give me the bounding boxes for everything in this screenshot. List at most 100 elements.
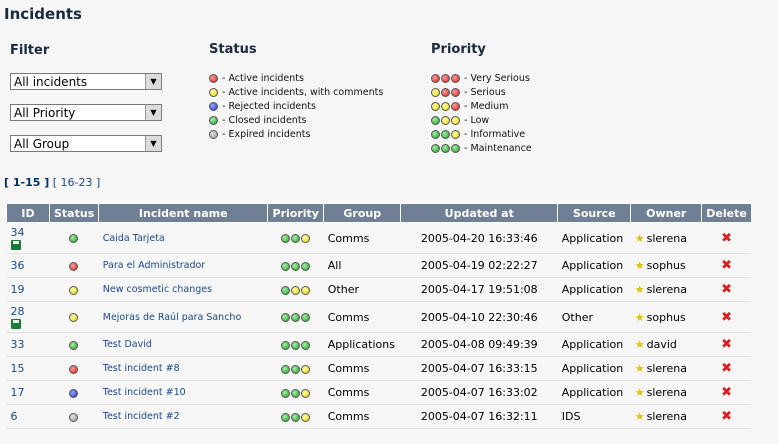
green-priority-icon bbox=[300, 340, 310, 350]
incident-id-link[interactable]: 34 bbox=[11, 226, 25, 239]
yellow-priority-icon bbox=[431, 102, 440, 111]
incident-id-link[interactable]: 33 bbox=[11, 338, 25, 351]
red-status-icon bbox=[69, 261, 79, 271]
id-cell[interactable]: 28 bbox=[6, 301, 50, 333]
red-priority-icon bbox=[441, 74, 450, 83]
group-cell: Comms bbox=[323, 404, 401, 429]
group-cell: All bbox=[323, 253, 401, 278]
priority-cell bbox=[267, 277, 324, 302]
incident-id-link[interactable]: 17 bbox=[11, 386, 25, 399]
priority-filter-value: All Priority bbox=[14, 106, 76, 120]
incident-name-link[interactable]: Test incident #2 bbox=[98, 404, 268, 429]
chevron-down-icon[interactable]: ▼ bbox=[145, 105, 161, 120]
priority-cell bbox=[267, 222, 324, 254]
status-legend-item: - Active incidents, with comments bbox=[209, 87, 383, 99]
gray-status-icon bbox=[69, 412, 79, 422]
id-cell[interactable]: 15 bbox=[6, 356, 50, 381]
status-legend-item: - Closed incidents bbox=[209, 115, 307, 127]
owner-name: slerena bbox=[646, 362, 687, 375]
header-status[interactable]: Status bbox=[48, 203, 100, 223]
header-incident-name[interactable]: Incident name bbox=[98, 203, 269, 223]
incident-id-link[interactable]: 15 bbox=[11, 362, 25, 375]
green-priority-icon bbox=[441, 130, 450, 139]
priority-filter-select[interactable]: All Priority ▼ bbox=[10, 104, 162, 121]
updated-at-cell: 2005-04-20 16:33:46 bbox=[400, 222, 558, 254]
header-source[interactable]: Source bbox=[557, 203, 632, 223]
green-priority-icon bbox=[280, 285, 290, 295]
incident-name-link[interactable]: Test David bbox=[98, 332, 268, 357]
owner-name: sophus bbox=[646, 310, 686, 324]
status-legend-item: - Expired incidents bbox=[209, 129, 310, 141]
pager-next-link[interactable]: [ 16-23 ] bbox=[53, 176, 101, 189]
source-cell: Application bbox=[557, 222, 631, 254]
delete-cell: ✖ bbox=[701, 356, 752, 381]
green-priority-icon bbox=[290, 412, 300, 422]
id-cell[interactable]: 19 bbox=[6, 277, 50, 302]
header-priority[interactable]: Priority bbox=[267, 203, 325, 223]
incident-name-link[interactable]: Test incident #10 bbox=[98, 380, 268, 405]
id-cell[interactable]: 6 bbox=[6, 404, 50, 429]
group-filter-select[interactable]: All Group ▼ bbox=[10, 135, 162, 152]
delete-icon[interactable]: ✖ bbox=[721, 231, 732, 246]
incident-id-link[interactable]: 6 bbox=[11, 410, 18, 423]
delete-cell: ✖ bbox=[701, 277, 752, 302]
owner-cell: ★ slerena bbox=[630, 277, 702, 302]
chevron-down-icon[interactable]: ▼ bbox=[145, 74, 161, 89]
green-priority-icon bbox=[451, 144, 460, 153]
id-cell[interactable]: 34 bbox=[6, 222, 50, 254]
owner-name: slerena bbox=[646, 386, 687, 399]
owner-cell: ★ sophus bbox=[630, 253, 702, 278]
star-icon: ★ bbox=[634, 231, 645, 245]
priority-legend-label: - Medium bbox=[461, 101, 509, 112]
green-priority-icon bbox=[280, 313, 290, 322]
green-priority-icon bbox=[300, 261, 310, 271]
priority-cell bbox=[267, 301, 324, 333]
source-cell: Application bbox=[557, 253, 631, 278]
status-legend-label: - Active incidents, with comments bbox=[219, 87, 384, 98]
header-group[interactable]: Group bbox=[323, 203, 402, 223]
incident-name-link[interactable]: New cosmetic changes bbox=[98, 277, 268, 302]
id-cell[interactable]: 36 bbox=[6, 253, 50, 278]
header-id[interactable]: ID bbox=[6, 203, 50, 223]
id-cell[interactable]: 33 bbox=[6, 332, 50, 357]
incident-name-link[interactable]: Test incident #8 bbox=[98, 356, 268, 381]
delete-icon[interactable]: ✖ bbox=[721, 310, 732, 325]
status-cell bbox=[49, 356, 99, 381]
delete-cell: ✖ bbox=[701, 404, 752, 429]
incident-filter-select[interactable]: All incidents ▼ bbox=[10, 73, 162, 90]
owner-cell: ★ david bbox=[630, 332, 702, 357]
green-priority-icon bbox=[280, 340, 290, 350]
delete-icon[interactable]: ✖ bbox=[721, 385, 732, 400]
group-cell: Applications bbox=[323, 332, 401, 357]
delete-icon[interactable]: ✖ bbox=[721, 361, 732, 376]
delete-icon[interactable]: ✖ bbox=[721, 258, 732, 273]
table-row: 6 Test incident #2 Comms 2005-04-07 16:32:1… bbox=[6, 404, 752, 429]
yellow-priority-icon bbox=[300, 285, 310, 295]
incident-id-link[interactable]: 36 bbox=[11, 259, 25, 272]
incident-id-link[interactable]: 28 bbox=[11, 305, 25, 318]
delete-icon[interactable]: ✖ bbox=[721, 282, 732, 297]
incident-name-link[interactable]: Mejoras de Raúl para Sancho bbox=[98, 301, 268, 333]
pager: [ 1-15 ] [ 16-23 ] bbox=[4, 176, 100, 189]
source-cell: Application bbox=[557, 380, 631, 405]
status-legend-item: - Active incidents bbox=[209, 73, 304, 85]
chevron-down-icon[interactable]: ▼ bbox=[145, 136, 161, 151]
header-updated-at[interactable]: Updated at bbox=[400, 203, 559, 223]
incident-id-link[interactable]: 19 bbox=[11, 283, 25, 296]
yellow-priority-icon bbox=[451, 116, 460, 125]
priority-legend-label: - Serious bbox=[461, 87, 506, 98]
page-title: Incidents bbox=[4, 5, 82, 23]
star-icon: ★ bbox=[634, 259, 645, 272]
priority-cell bbox=[267, 404, 324, 429]
delete-icon[interactable]: ✖ bbox=[721, 337, 732, 352]
header-owner[interactable]: Owner bbox=[630, 203, 703, 223]
table-header-row: ID Status Incident name Priority Group U… bbox=[6, 203, 752, 223]
delete-icon[interactable]: ✖ bbox=[721, 409, 732, 424]
source-cell: IDS bbox=[557, 404, 631, 429]
id-cell[interactable]: 17 bbox=[6, 380, 50, 405]
incident-name-link[interactable]: Caida Tarjeta bbox=[98, 222, 268, 254]
incident-name-link[interactable]: Para el Administrador bbox=[98, 253, 268, 278]
star-icon: ★ bbox=[634, 410, 645, 423]
green-priority-icon bbox=[280, 234, 290, 243]
table-row: 36 Para el Administrador All 2005-04-19 02:… bbox=[6, 253, 752, 278]
